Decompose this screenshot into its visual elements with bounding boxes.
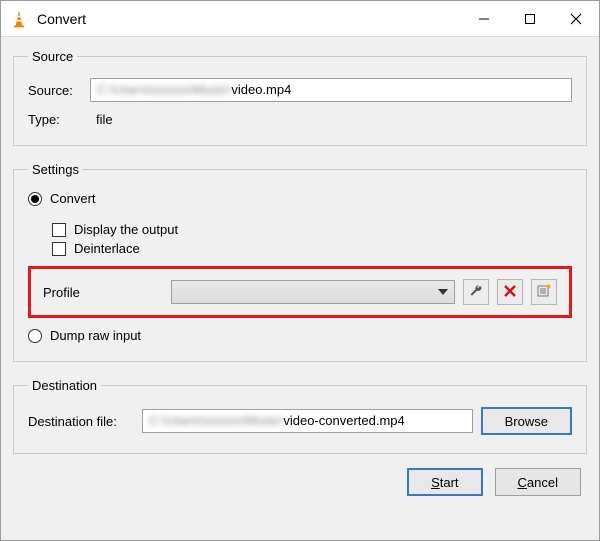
destination-path-obscured: C:\Users\xxxxxx\Music\ [149, 410, 283, 432]
deinterlace-checkbox[interactable]: Deinterlace [52, 241, 572, 256]
x-icon [502, 283, 518, 302]
destination-path-clear: video-converted.mp4 [283, 413, 404, 428]
client-area: Source Source: C:\Users\xxxxxx\Music\vid… [1, 37, 599, 540]
destination-legend: Destination [28, 378, 101, 393]
close-button[interactable] [553, 1, 599, 37]
checkbox-box-icon [52, 242, 66, 256]
profile-combobox[interactable] [171, 280, 455, 304]
chevron-down-icon [438, 289, 448, 295]
vlc-cone-icon [9, 9, 29, 29]
display-output-checkbox[interactable]: Display the output [52, 222, 572, 237]
display-output-label: Display the output [74, 222, 178, 237]
settings-legend: Settings [28, 162, 83, 177]
maximize-button[interactable] [507, 1, 553, 37]
title-bar: Convert [1, 1, 599, 37]
source-path-clear: video.mp4 [231, 82, 291, 97]
edit-profile-button[interactable] [463, 279, 489, 305]
destination-file-label: Destination file: [28, 414, 136, 429]
source-path-input[interactable]: C:\Users\xxxxxx\Music\video.mp4 [90, 78, 572, 102]
checkbox-box-icon [52, 223, 66, 237]
convert-radio[interactable]: Convert [28, 191, 572, 206]
start-button-label: Start [431, 475, 458, 490]
dump-raw-input-label: Dump raw input [50, 328, 141, 343]
convert-radio-label: Convert [50, 191, 96, 206]
profile-row-highlight: Profile [28, 266, 572, 318]
source-label: Source: [28, 83, 90, 98]
cancel-button-label: Cancel [518, 475, 558, 490]
window-title: Convert [37, 11, 461, 27]
settings-group: Settings Convert Display the output Dein… [13, 162, 587, 362]
destination-file-input[interactable]: C:\Users\xxxxxx\Music\video-converted.mp… [142, 409, 473, 433]
source-path-obscured: C:\Users\xxxxxx\Music\ [97, 79, 231, 101]
source-legend: Source [28, 49, 77, 64]
source-group: Source Source: C:\Users\xxxxxx\Music\vid… [13, 49, 587, 146]
profile-label: Profile [43, 285, 163, 300]
browse-button-label: Browse [505, 414, 548, 429]
wrench-icon [468, 283, 484, 302]
dump-raw-input-radio[interactable]: Dump raw input [28, 328, 572, 343]
dialog-footer: Start Cancel [13, 464, 587, 500]
radio-dot-icon [28, 192, 42, 206]
destination-group: Destination Destination file: C:\Users\x… [13, 378, 587, 454]
browse-button[interactable]: Browse [481, 407, 572, 435]
type-value: file [90, 112, 113, 127]
start-button[interactable]: Start [407, 468, 482, 496]
minimize-button[interactable] [461, 1, 507, 37]
radio-dot-icon [28, 329, 42, 343]
cancel-button[interactable]: Cancel [495, 468, 581, 496]
new-profile-button[interactable] [531, 279, 557, 305]
deinterlace-label: Deinterlace [74, 241, 140, 256]
convert-dialog: Convert Source Source: C:\Users\xxxxxx\M… [0, 0, 600, 541]
new-list-icon [536, 283, 552, 302]
delete-profile-button[interactable] [497, 279, 523, 305]
type-label: Type: [28, 112, 90, 127]
